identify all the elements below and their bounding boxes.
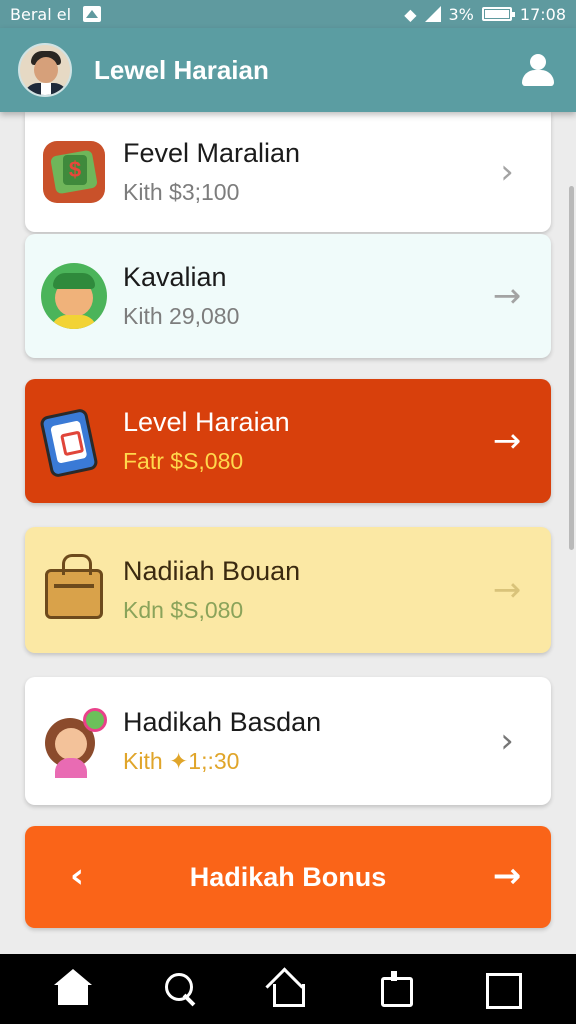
- arrow-right-icon[interactable]: →: [487, 421, 527, 461]
- item-subtitle: Kith 29,080: [123, 303, 240, 329]
- avatar[interactable]: [18, 43, 72, 97]
- item-subtitle: Kdn $S,080: [123, 597, 244, 623]
- recent-apps-icon[interactable]: [375, 969, 415, 1009]
- wifi-icon: ◆: [404, 4, 417, 24]
- home-outline-icon[interactable]: [268, 969, 308, 1009]
- home-icon[interactable]: [53, 969, 94, 1009]
- item-subtitle: Kith $3;100: [123, 179, 240, 205]
- list-item-nadiiah-bouan[interactable]: Nadiiah Bouan Kdn $S,080 →: [25, 527, 551, 653]
- scrollbar[interactable]: [569, 186, 574, 550]
- item-title: Kavalian: [123, 262, 227, 292]
- bonus-label: Hadikah Bonus: [189, 861, 387, 892]
- girl-avatar-icon: [39, 706, 109, 778]
- system-nav-bar: [0, 954, 576, 1024]
- list-item-level-haraian[interactable]: Level Haraian Fatr $S,080 →: [25, 379, 551, 503]
- image-notification-icon: [83, 6, 102, 22]
- carrier-name: Beral el: [10, 4, 72, 24]
- battery-icon: [481, 7, 515, 21]
- chevron-right-icon[interactable]: ›: [487, 152, 527, 192]
- status-indicators: ◆ 3% 17:08: [404, 5, 566, 24]
- status-bar: Beral el ◆ 3% 17:08: [0, 0, 576, 28]
- signal-icon: [424, 6, 441, 22]
- app-header: Lewel Haraian: [0, 28, 576, 112]
- page-title: Lewel Haraian: [94, 54, 269, 85]
- list-item-fevel-maralian[interactable]: $ Fevel Maralian Kith $3;100 ›: [25, 112, 551, 232]
- boy-avatar-icon: [39, 261, 109, 331]
- overview-icon[interactable]: [482, 969, 523, 1009]
- list-item-kavalian[interactable]: Kavalian Kith 29,080 →: [25, 234, 551, 358]
- arrow-right-icon[interactable]: →: [487, 856, 527, 896]
- search-icon[interactable]: [161, 969, 201, 1009]
- chevron-right-icon[interactable]: ›: [487, 721, 527, 761]
- battery-percent: 3%: [448, 4, 474, 24]
- item-title: Hadikah Basdan: [123, 707, 322, 737]
- bag-icon: [39, 554, 109, 625]
- item-title: Fevel Maralian: [123, 138, 301, 168]
- list-item-hadikah-basdan[interactable]: Hadikah Basdan Kith ✦1;:30 ›: [25, 677, 551, 805]
- arrow-right-icon[interactable]: →: [487, 276, 527, 316]
- clock: 17:08: [519, 4, 566, 24]
- phone-icon: [39, 406, 109, 479]
- item-subtitle: Fatr $S,080: [123, 448, 244, 474]
- chevron-left-icon[interactable]: ‹: [57, 856, 97, 896]
- item-subtitle: Kith ✦1;:30: [123, 748, 240, 774]
- bonus-banner[interactable]: ‹ Hadikah Bonus →: [25, 826, 551, 928]
- money-icon: $: [39, 137, 109, 207]
- arrow-right-icon[interactable]: →: [487, 570, 527, 610]
- item-title: Nadiiah Bouan: [123, 556, 301, 586]
- item-title: Level Haraian: [123, 407, 290, 437]
- profile-icon[interactable]: [518, 50, 558, 90]
